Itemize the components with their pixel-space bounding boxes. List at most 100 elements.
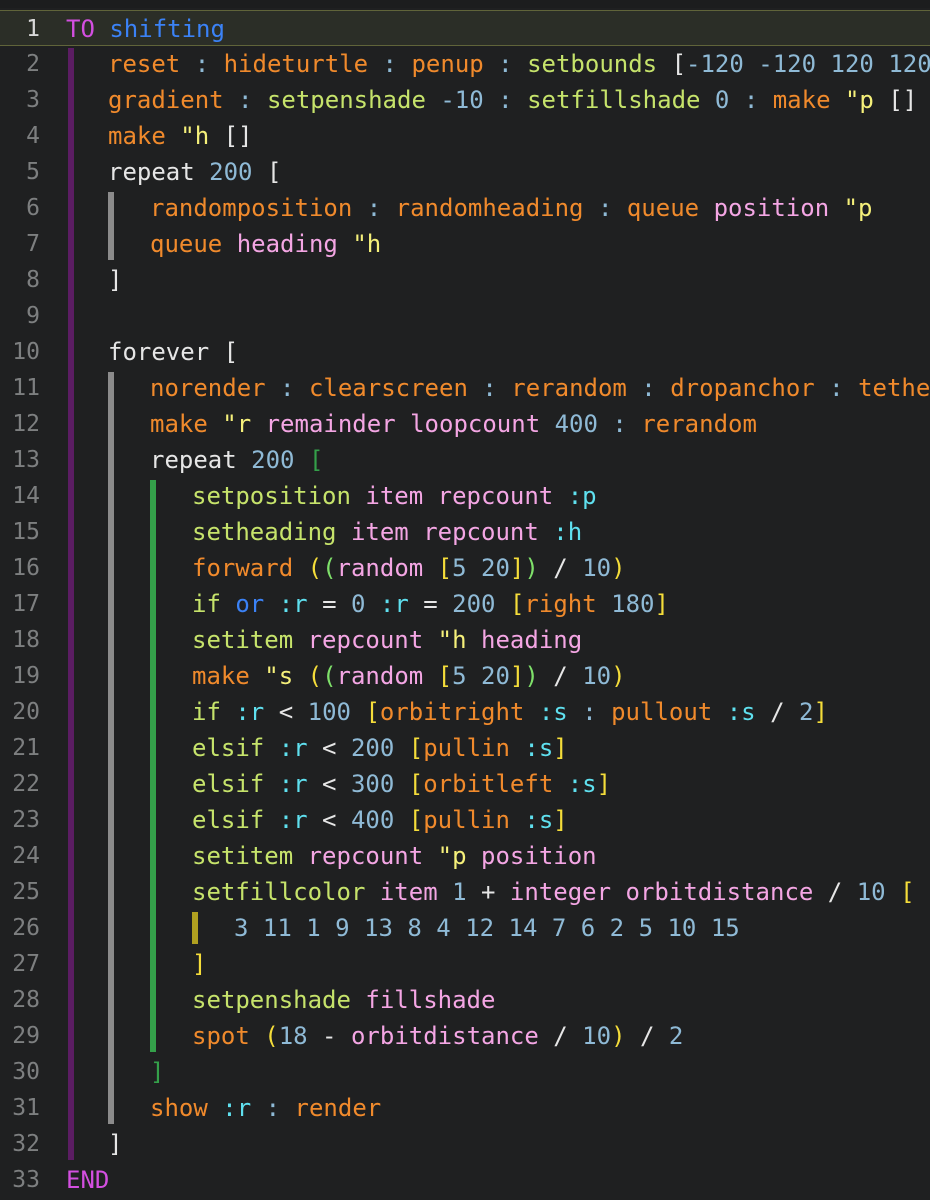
code-text[interactable]: setposition item repcount :p bbox=[192, 478, 597, 514]
code-token: [ bbox=[437, 554, 453, 582]
code-text[interactable]: make "h [] bbox=[108, 118, 253, 154]
code-line[interactable]: 24 setitem repcount "p position bbox=[0, 838, 930, 874]
code-text[interactable]: gradient : setpenshade -10 : setfillshad… bbox=[108, 82, 917, 118]
code-text[interactable]: TO shifting bbox=[66, 11, 225, 47]
code-line[interactable]: 32] bbox=[0, 1126, 930, 1162]
code-text[interactable]: repeat 200 [ bbox=[150, 442, 323, 478]
code-token: ( bbox=[322, 662, 337, 690]
code-line[interactable]: 18 setitem repcount "h heading bbox=[0, 622, 930, 658]
code-token: forever bbox=[108, 338, 210, 366]
code-line[interactable]: 20 if :r < 100 [orbitright :s : pullout :… bbox=[0, 694, 930, 730]
code-text[interactable]: make "s ((random [5 20]) / 10) bbox=[192, 658, 626, 694]
code-line[interactable]: 7 queue heading "h bbox=[0, 226, 930, 262]
code-text[interactable]: norender : clearscreen : rerandom : drop… bbox=[150, 370, 930, 406]
code-token: if bbox=[192, 698, 221, 726]
code-line[interactable]: 15 setheading item repcount :h bbox=[0, 514, 930, 550]
code-line[interactable]: 3 gradient : setpenshade -10 : setfillsha… bbox=[0, 82, 930, 118]
code-text[interactable]: 3 11 1 9 13 8 4 12 14 7 6 2 5 10 15 bbox=[234, 910, 740, 946]
code-line[interactable]: 4 make "h [] bbox=[0, 118, 930, 154]
code-line[interactable]: 27] bbox=[0, 946, 930, 982]
code-line[interactable]: 8] bbox=[0, 262, 930, 298]
code-line[interactable]: 23 elsif :r < 400 [pullin :s] bbox=[0, 802, 930, 838]
code-text[interactable]: reset : hideturtle : penup : setbounds [… bbox=[108, 46, 930, 82]
code-text[interactable]: ] bbox=[192, 946, 206, 982]
code-text[interactable]: show :r : render bbox=[150, 1090, 381, 1126]
code-text[interactable]: spot (18 - orbitdistance / 10) / 2 bbox=[192, 1018, 683, 1054]
code-text[interactable]: forever [ bbox=[108, 334, 238, 370]
code-line[interactable]: 19 make "s ((random [5 20]) / 10) bbox=[0, 658, 930, 694]
code-text[interactable]: END bbox=[66, 1162, 109, 1198]
code-text[interactable]: if or :r = 0 :r = 200 [right 180] bbox=[192, 586, 669, 622]
code-token: rerandom bbox=[641, 410, 757, 438]
code-text[interactable]: queue heading "h bbox=[150, 226, 381, 262]
code-line[interactable]: 30] bbox=[0, 1054, 930, 1090]
code-token: END bbox=[66, 1166, 110, 1194]
code-text[interactable]: setfillcolor item 1 + integer orbitdista… bbox=[192, 874, 915, 910]
code-text[interactable]: setheading item repcount :h bbox=[192, 514, 582, 550]
code-text[interactable]: ] bbox=[108, 1126, 122, 1162]
code-line[interactable]: 25 setfillcolor item 1 + integer orbitdis… bbox=[0, 874, 930, 910]
code-token: [] bbox=[888, 86, 918, 114]
code-line[interactable]: 6 randomposition : randomheading : queue … bbox=[0, 190, 930, 226]
code-line[interactable]: 9 bbox=[0, 298, 930, 334]
code-token: 200 bbox=[209, 158, 253, 186]
line-number: 33 bbox=[12, 1167, 40, 1193]
code-line[interactable]: 26 3 11 1 9 13 8 4 12 14 7 6 2 5 10 15 bbox=[0, 910, 930, 946]
code-token: : bbox=[368, 50, 412, 78]
code-text[interactable]: forward ((random [5 20]) / 10) bbox=[192, 550, 626, 586]
line-number: 31 bbox=[12, 1095, 40, 1121]
code-text[interactable]: setitem repcount "h heading bbox=[192, 622, 582, 658]
code-line[interactable]: 12 make "r remainder loopcount 400 : rera… bbox=[0, 406, 930, 442]
code-line[interactable]: 5 repeat 200 [ bbox=[0, 154, 930, 190]
code-editor[interactable]: 1 TO shifting 2 reset : hideturtle : penup … bbox=[0, 0, 930, 1200]
code-line[interactable]: 13 repeat 200 [ bbox=[0, 442, 930, 478]
code-text[interactable]: setitem repcount "p position bbox=[192, 838, 597, 874]
code-token: ( bbox=[307, 662, 323, 690]
code-line[interactable]: 14 setposition item repcount :p bbox=[0, 478, 930, 514]
code-token: 5 20 bbox=[452, 554, 510, 582]
code-token: 300 bbox=[350, 770, 395, 798]
code-line[interactable]: 22 elsif :r < 300 [orbitleft :s] bbox=[0, 766, 930, 802]
code-text[interactable]: repeat 200 [ bbox=[108, 154, 281, 190]
code-text[interactable]: ] bbox=[108, 262, 122, 298]
code-token: queue bbox=[626, 194, 700, 222]
code-token: 180 bbox=[611, 590, 655, 618]
code-text[interactable]: elsif :r < 200 [pullin :s] bbox=[192, 730, 568, 766]
code-line[interactable]: 21 elsif :r < 200 [pullin :s] bbox=[0, 730, 930, 766]
code-token: :p bbox=[567, 482, 597, 510]
code-line[interactable]: 2 reset : hideturtle : penup : setbounds … bbox=[0, 46, 930, 82]
code-line[interactable]: 1 TO shifting bbox=[0, 10, 930, 46]
code-line[interactable]: 11 norender : clearscreen : rerandom : dr… bbox=[0, 370, 930, 406]
code-token: :r bbox=[235, 698, 265, 726]
line-number: 27 bbox=[12, 951, 40, 977]
code-text[interactable]: elsif :r < 400 [pullin :s] bbox=[192, 802, 568, 838]
line-number: 20 bbox=[12, 699, 40, 725]
code-text[interactable]: ] bbox=[150, 1054, 164, 1090]
code-token: [ bbox=[266, 158, 282, 186]
code-token: 5 20 bbox=[452, 662, 510, 690]
code-text[interactable]: setpenshade fillshade bbox=[192, 982, 495, 1018]
code-line[interactable]: 16 forward ((random [5 20]) / 10) bbox=[0, 550, 930, 586]
code-line[interactable]: 10 forever [ bbox=[0, 334, 930, 370]
code-token: ] bbox=[553, 806, 568, 834]
code-token: 0 bbox=[714, 86, 730, 114]
code-token: item bbox=[350, 518, 409, 546]
code-text[interactable]: randomposition : randomheading : queue p… bbox=[150, 190, 873, 226]
code-text[interactable]: make "r remainder loopcount 400 : rerand… bbox=[150, 406, 757, 442]
code-line[interactable]: 28 setpenshade fillshade bbox=[0, 982, 930, 1018]
code-text[interactable]: if :r < 100 [orbitright :s : pullout :s … bbox=[192, 694, 828, 730]
code-line[interactable]: 17 if or :r = 0 :r = 200 [right 180] bbox=[0, 586, 930, 622]
code-token: norender bbox=[150, 374, 266, 402]
code-line[interactable]: 31 show :r : render bbox=[0, 1090, 930, 1126]
code-line[interactable]: 29 spot (18 - orbitdistance / 10) / 2 bbox=[0, 1018, 930, 1054]
code-text[interactable]: elsif :r < 300 [orbitleft :s] bbox=[192, 766, 611, 802]
code-line[interactable]: 33 END bbox=[0, 1162, 930, 1198]
line-number: 24 bbox=[12, 843, 40, 869]
